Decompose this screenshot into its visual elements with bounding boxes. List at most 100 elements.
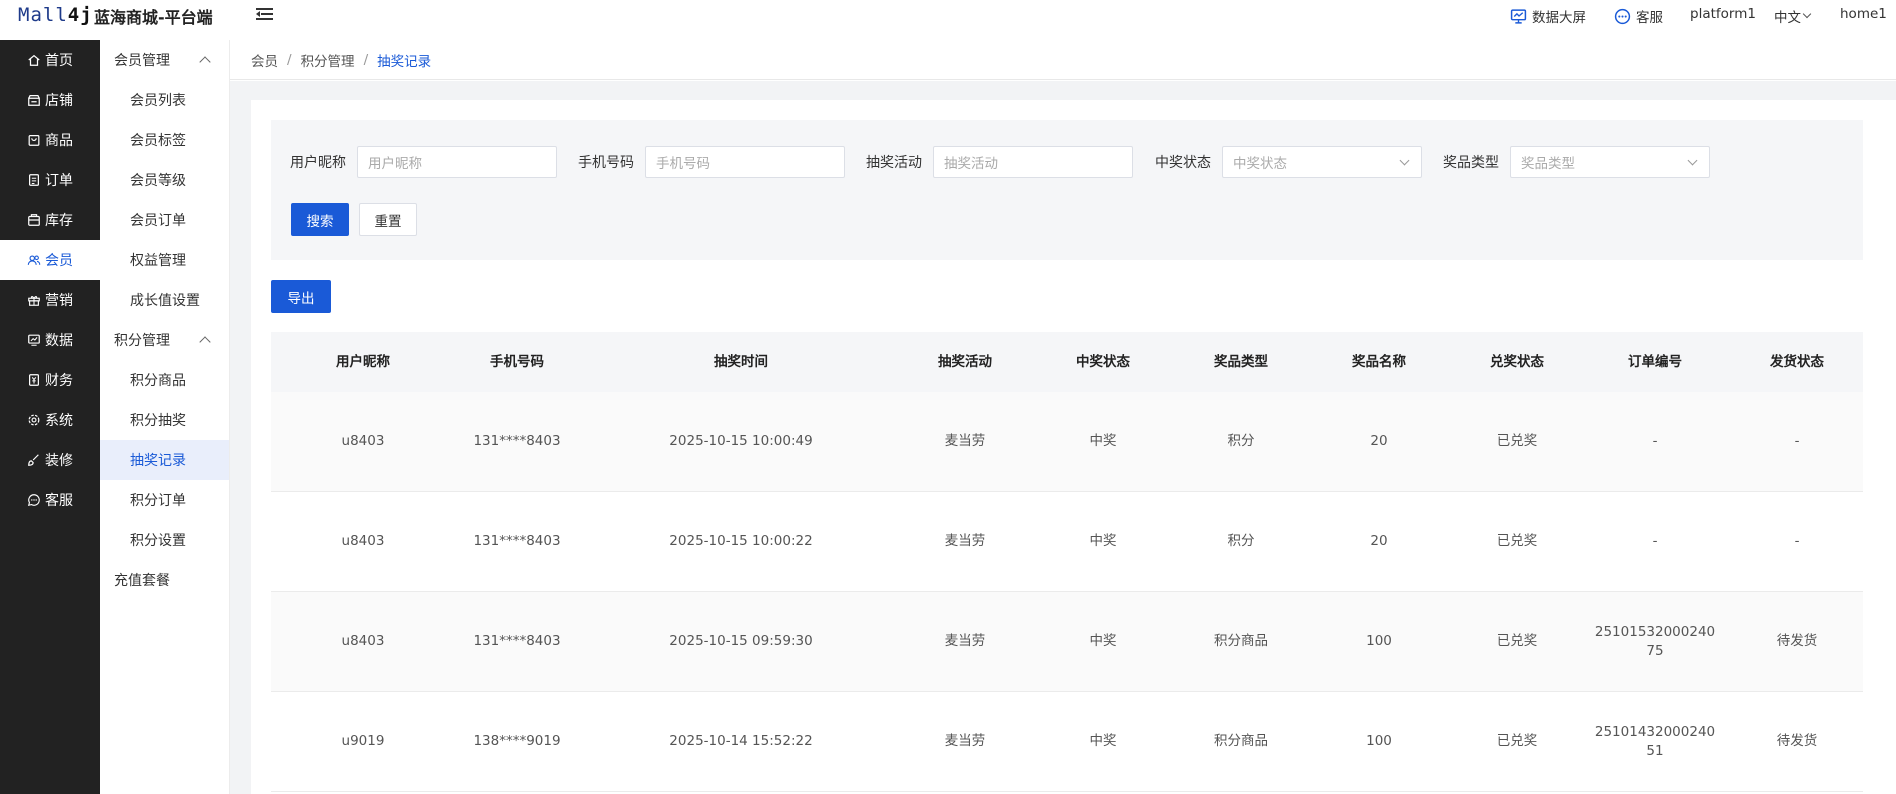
sidebar-item-9[interactable]: 系统 bbox=[0, 400, 100, 440]
sidebar-item-label: 库存 bbox=[45, 213, 73, 229]
sidebar-item-7[interactable]: 数据 bbox=[0, 320, 100, 360]
group-label: 积分管理 bbox=[114, 333, 170, 349]
sub-item-lottery-records[interactable]: 抽奖记录 bbox=[100, 440, 229, 480]
breadcrumb-points[interactable]: 积分管理 bbox=[301, 50, 355, 70]
phone-label: 手机号码 bbox=[578, 155, 634, 171]
nickname-field: 用户昵称 用户昵称 bbox=[290, 146, 557, 178]
sidebar-item-5[interactable]: 会员 bbox=[0, 240, 100, 280]
sub-item-member-orders[interactable]: 会员订单 bbox=[100, 200, 229, 240]
table-cell: 2025-10-14 15:52:22 bbox=[669, 733, 813, 749]
settings-icon bbox=[28, 414, 40, 426]
table-cell: 2025-10-15 10:00:49 bbox=[669, 433, 813, 449]
win-status-field: 中奖状态 中奖状态 bbox=[1155, 146, 1422, 178]
win-status-select[interactable]: 中奖状态 bbox=[1222, 146, 1422, 178]
table-cell: 138****9019 bbox=[473, 733, 561, 749]
sidebar-item-6[interactable]: 营销 bbox=[0, 280, 100, 320]
win-status-placeholder: 中奖状态 bbox=[1233, 156, 1287, 172]
sub-item-points-lottery[interactable]: 积分抽奖 bbox=[100, 400, 229, 440]
table-cell: 积分 bbox=[1227, 533, 1255, 549]
table-row[interactable]: u9019 138****9019 2025-10-14 15:52:22 麦当劳 中奖… bbox=[271, 692, 1863, 792]
breadcrumb-member[interactable]: 会员 bbox=[251, 50, 278, 70]
table-cell: u9019 bbox=[341, 733, 385, 749]
menu-group-points[interactable]: 积分管理 bbox=[100, 320, 229, 360]
sidebar-item-label: 装修 bbox=[45, 453, 73, 469]
table-cell: - bbox=[1794, 433, 1800, 449]
nickname-label: 用户昵称 bbox=[290, 155, 346, 171]
secondary-sidebar: 会员管理 会员列表 会员标签 会员等级 会员订单 权益管理 成长值设置 积分管理… bbox=[100, 40, 230, 794]
order-number-text: 25101432000240 51 bbox=[1594, 723, 1716, 759]
menu-collapse-icon[interactable] bbox=[256, 7, 273, 22]
sub-item-growth-settings[interactable]: 成长值设置 bbox=[100, 280, 229, 320]
sidebar-item-8[interactable]: 财务 bbox=[0, 360, 100, 400]
prize-type-field: 奖品类型 奖品类型 bbox=[1443, 146, 1710, 178]
table-row[interactable]: u8403 131****8403 2025-10-15 10:00:22 麦当劳 中奖… bbox=[271, 492, 1863, 592]
sidebar-item-2[interactable]: 商品 bbox=[0, 120, 100, 160]
sub-item-points-goods[interactable]: 积分商品 bbox=[100, 360, 229, 400]
table-header: 用户昵称 手机号码 抽奖时间 抽奖活动 中奖状态 奖品类型 奖品名称 兑奖状态 订单编号 发货状态 bbox=[271, 332, 1863, 392]
table-cell: 100 bbox=[1366, 733, 1392, 749]
reset-button[interactable]: 重置 bbox=[359, 203, 417, 236]
sub-item-points-settings[interactable]: 积分设置 bbox=[100, 520, 229, 560]
sub-item-member-levels[interactable]: 会员等级 bbox=[100, 160, 229, 200]
table-row[interactable]: u8403 131****8403 2025-10-15 10:00:49 麦当劳 中奖… bbox=[271, 392, 1863, 492]
sidebar-item-4[interactable]: 库存 bbox=[0, 200, 100, 240]
table-cell: u8403 bbox=[341, 533, 385, 549]
menu-item-recharge[interactable]: 充值套餐 bbox=[100, 560, 229, 600]
member-icon bbox=[27, 255, 41, 265]
sidebar-item-1[interactable]: 店铺 bbox=[0, 80, 100, 120]
win-status-label: 中奖状态 bbox=[1155, 155, 1211, 171]
nickname-input[interactable]: 用户昵称 bbox=[357, 146, 557, 178]
service-button[interactable]: 客服 bbox=[1614, 6, 1663, 26]
sub-item-member-list[interactable]: 会员列表 bbox=[100, 80, 229, 120]
chat-bubble-icon bbox=[1614, 8, 1631, 24]
service-label: 客服 bbox=[1636, 10, 1663, 26]
sidebar-item-3[interactable]: 订单 bbox=[0, 160, 100, 200]
column-header: 奖品名称 bbox=[1352, 353, 1406, 370]
table-cell: 25101532000240 75 bbox=[1579, 592, 1731, 691]
sidebar-item-0[interactable]: 首页 bbox=[0, 40, 100, 80]
sub-item-member-tags[interactable]: 会员标签 bbox=[100, 120, 229, 160]
shop-icon bbox=[28, 95, 40, 106]
activity-input[interactable]: 抽奖活动 bbox=[933, 146, 1133, 178]
sidebar-item-10[interactable]: 装修 bbox=[0, 440, 100, 480]
export-button[interactable]: 导出 bbox=[271, 280, 331, 313]
table-cell: - bbox=[1794, 533, 1800, 549]
phone-input[interactable]: 手机号码 bbox=[645, 146, 845, 178]
primary-sidebar: 首页店铺 商品 订单库存会员营销 数据 财务 系统装修客服 bbox=[0, 40, 100, 794]
column-header: 抽奖活动 bbox=[938, 353, 992, 370]
menu-group-member[interactable]: 会员管理 bbox=[100, 40, 229, 80]
data-screen-button[interactable]: 数据大屏 bbox=[1510, 6, 1586, 26]
column-header: 订单编号 bbox=[1628, 353, 1682, 370]
table-row[interactable]: u8403 131****8403 2025-10-15 09:59:30 麦当劳 中奖… bbox=[271, 592, 1863, 692]
sub-item-points-orders[interactable]: 积分订单 bbox=[100, 480, 229, 520]
prize-type-select[interactable]: 奖品类型 bbox=[1510, 146, 1710, 178]
sidebar-item-11[interactable]: 客服 bbox=[0, 480, 100, 520]
gift-icon bbox=[28, 296, 40, 306]
table-cell: - bbox=[1652, 533, 1658, 549]
table-cell: 25101432000240 51 bbox=[1579, 692, 1731, 791]
table-cell: 麦当劳 bbox=[944, 733, 986, 749]
goods-icon bbox=[28, 135, 40, 146]
table-cell: 已兑奖 bbox=[1496, 533, 1538, 549]
logo[interactable]: Mall4j bbox=[18, 3, 93, 27]
table-cell: 已兑奖 bbox=[1496, 633, 1538, 649]
language-select[interactable]: 中文 bbox=[1774, 6, 1812, 26]
table-body: u8403 131****8403 2025-10-15 10:00:49 麦当劳 中奖… bbox=[271, 392, 1863, 792]
sidebar-item-label: 会员 bbox=[45, 253, 73, 269]
site-title: 蓝海商城-平台端 bbox=[94, 8, 213, 27]
breadcrumb: 会员 / 积分管理 / 抽奖记录 bbox=[230, 40, 1896, 80]
table-cell: 待发货 bbox=[1776, 733, 1818, 749]
table-cell: 已兑奖 bbox=[1496, 433, 1538, 449]
search-button[interactable]: 搜索 bbox=[291, 203, 349, 236]
column-header: 发货状态 bbox=[1770, 353, 1824, 370]
sidebar-item-label: 客服 bbox=[45, 493, 73, 509]
platform-name[interactable]: platform1 bbox=[1690, 6, 1756, 22]
sub-item-benefits[interactable]: 权益管理 bbox=[100, 240, 229, 280]
sidebar-item-label: 首页 bbox=[45, 53, 73, 69]
user-menu[interactable]: home1 bbox=[1840, 6, 1887, 22]
chevron-down-icon bbox=[1687, 155, 1698, 166]
chevron-down-icon bbox=[1802, 9, 1812, 19]
column-header: 兑奖状态 bbox=[1490, 353, 1544, 370]
table-cell: 131****8403 bbox=[473, 633, 561, 649]
finance-icon bbox=[29, 374, 39, 386]
